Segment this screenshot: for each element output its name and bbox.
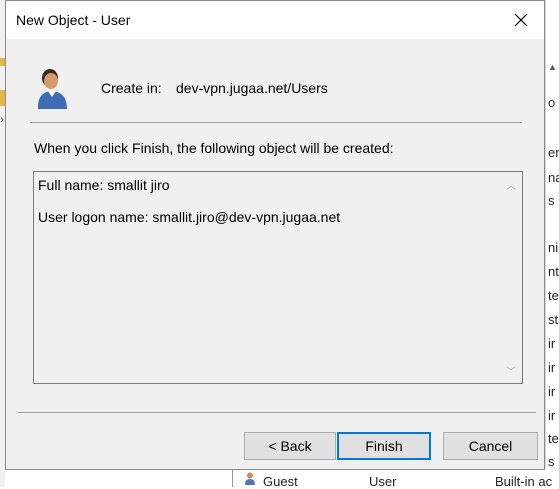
user-icon: [245, 472, 255, 485]
finish-button[interactable]: Finish: [337, 432, 431, 460]
list-fragment: te: [548, 431, 559, 446]
divider: [30, 122, 522, 123]
dialog-title: New Object - User: [16, 12, 131, 28]
scroll-up-icon[interactable]: ︿: [506, 177, 516, 192]
back-button[interactable]: < Back: [244, 432, 336, 460]
table-row[interactable]: Guest User Built-in ac: [232, 470, 559, 489]
list-fragment: s: [548, 193, 555, 208]
background-list-column: o en na s ni nt te sta ir ir ir ir te s: [545, 0, 559, 487]
summary-textbox[interactable]: Full name: smallit jiro User logon name:…: [33, 171, 523, 384]
create-in-value: dev-vpn.jugaa.net/Users: [176, 80, 328, 96]
list-fragment: s: [548, 454, 555, 469]
list-fragment: ni: [548, 240, 559, 255]
scroll-up-icon: ▲: [548, 62, 557, 72]
info-text: When you click Finish, the following obj…: [34, 140, 394, 156]
summary-full-name: Full name: smallit jiro: [38, 177, 170, 193]
list-fragment: ir: [548, 408, 556, 423]
close-button[interactable]: [498, 1, 544, 39]
list-fragment: ir: [548, 336, 556, 351]
list-fragment: ir: [548, 384, 556, 399]
list-fragment: en: [548, 145, 559, 160]
list-fragment: nt: [548, 264, 559, 279]
title-bar: New Object - User: [6, 1, 544, 39]
summary-logon-name: User logon name: smallit.jiro@dev-vpn.ju…: [38, 209, 341, 225]
cancel-button[interactable]: Cancel: [443, 432, 538, 460]
list-fragment: sta: [548, 312, 559, 327]
list-fragment: o: [548, 95, 556, 110]
close-icon: [514, 13, 528, 27]
scroll-down-icon[interactable]: ﹀: [506, 363, 516, 378]
list-fragment: na: [548, 170, 559, 185]
create-in-label: Create in:: [101, 80, 162, 96]
list-fragment: te: [548, 288, 559, 303]
divider: [18, 412, 536, 413]
chevron-right-icon: ›: [0, 112, 4, 126]
user-icon: [37, 69, 67, 109]
new-object-user-dialog: New Object - User Create in: dev-vpn.jug…: [5, 0, 545, 470]
list-fragment: ir: [548, 360, 556, 375]
